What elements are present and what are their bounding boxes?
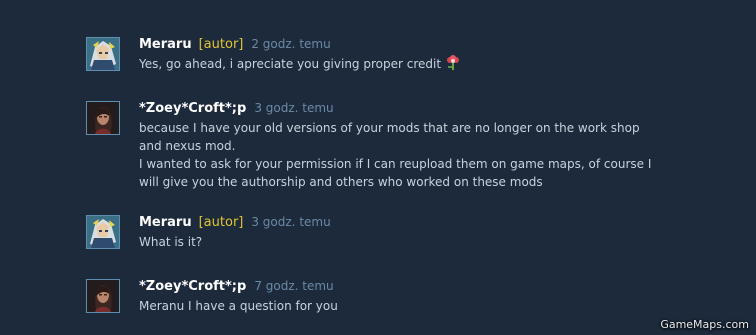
comment-author[interactable]: *Zoey*Croft*;p bbox=[139, 101, 246, 116]
comment-text: because I have your old versions of your… bbox=[139, 121, 652, 189]
author-badge: [autor] bbox=[198, 37, 244, 52]
comment-text: What is it? bbox=[139, 235, 203, 249]
meraru-avatar[interactable] bbox=[86, 215, 120, 249]
comment-timestamp: 3 godz. temu bbox=[251, 215, 331, 229]
comment-header: *Zoey*Croft*;p 3 godz. temu bbox=[139, 98, 669, 116]
comment-thread: Meraru [autor] 2 godz. temu Yes, go ahead,… bbox=[0, 0, 756, 335]
comment-text: Yes, go ahead, i apreciate you giving pr… bbox=[139, 55, 669, 73]
watermark-text: GameMaps.com bbox=[660, 318, 749, 331]
comment-author[interactable]: Meraru bbox=[139, 37, 192, 52]
meraru-avatar-icon bbox=[87, 216, 119, 248]
comment-timestamp: 2 godz. temu bbox=[251, 37, 331, 51]
comment-author[interactable]: Meraru bbox=[139, 215, 192, 230]
zoey-avatar[interactable] bbox=[86, 101, 120, 135]
zoey-avatar-icon bbox=[87, 102, 119, 134]
zoey-avatar[interactable] bbox=[86, 279, 120, 313]
comment-content: Meraru [autor] 2 godz. temu Yes, go ahead,… bbox=[139, 34, 669, 73]
comment-content: Meraru [autor] 3 godz. temu What is it? bbox=[139, 212, 669, 251]
author-badge: [autor] bbox=[198, 215, 244, 230]
comment-text: Meranu I have a question for you bbox=[139, 299, 338, 313]
meraru-avatar-icon bbox=[87, 38, 119, 70]
comment-header: Meraru [autor] 3 godz. temu bbox=[139, 212, 669, 230]
flower-emoticon-icon bbox=[445, 55, 461, 71]
comment-timestamp: 7 godz. temu bbox=[254, 279, 334, 293]
comment-timestamp: 3 godz. temu bbox=[254, 101, 334, 115]
comment-content: *Zoey*Croft*;p 7 godz. temu Meranu I have… bbox=[139, 276, 669, 315]
comment-text-content: Yes, go ahead, i apreciate you giving pr… bbox=[139, 57, 442, 71]
comment-content: *Zoey*Croft*;p 3 godz. temu because I hav… bbox=[139, 98, 669, 191]
comment-header: *Zoey*Croft*;p 7 godz. temu bbox=[139, 276, 669, 294]
comment-header: Meraru [autor] 2 godz. temu bbox=[139, 34, 669, 52]
meraru-avatar[interactable] bbox=[86, 37, 120, 71]
comment-author[interactable]: *Zoey*Croft*;p bbox=[139, 279, 246, 294]
zoey-avatar-icon bbox=[87, 280, 119, 312]
